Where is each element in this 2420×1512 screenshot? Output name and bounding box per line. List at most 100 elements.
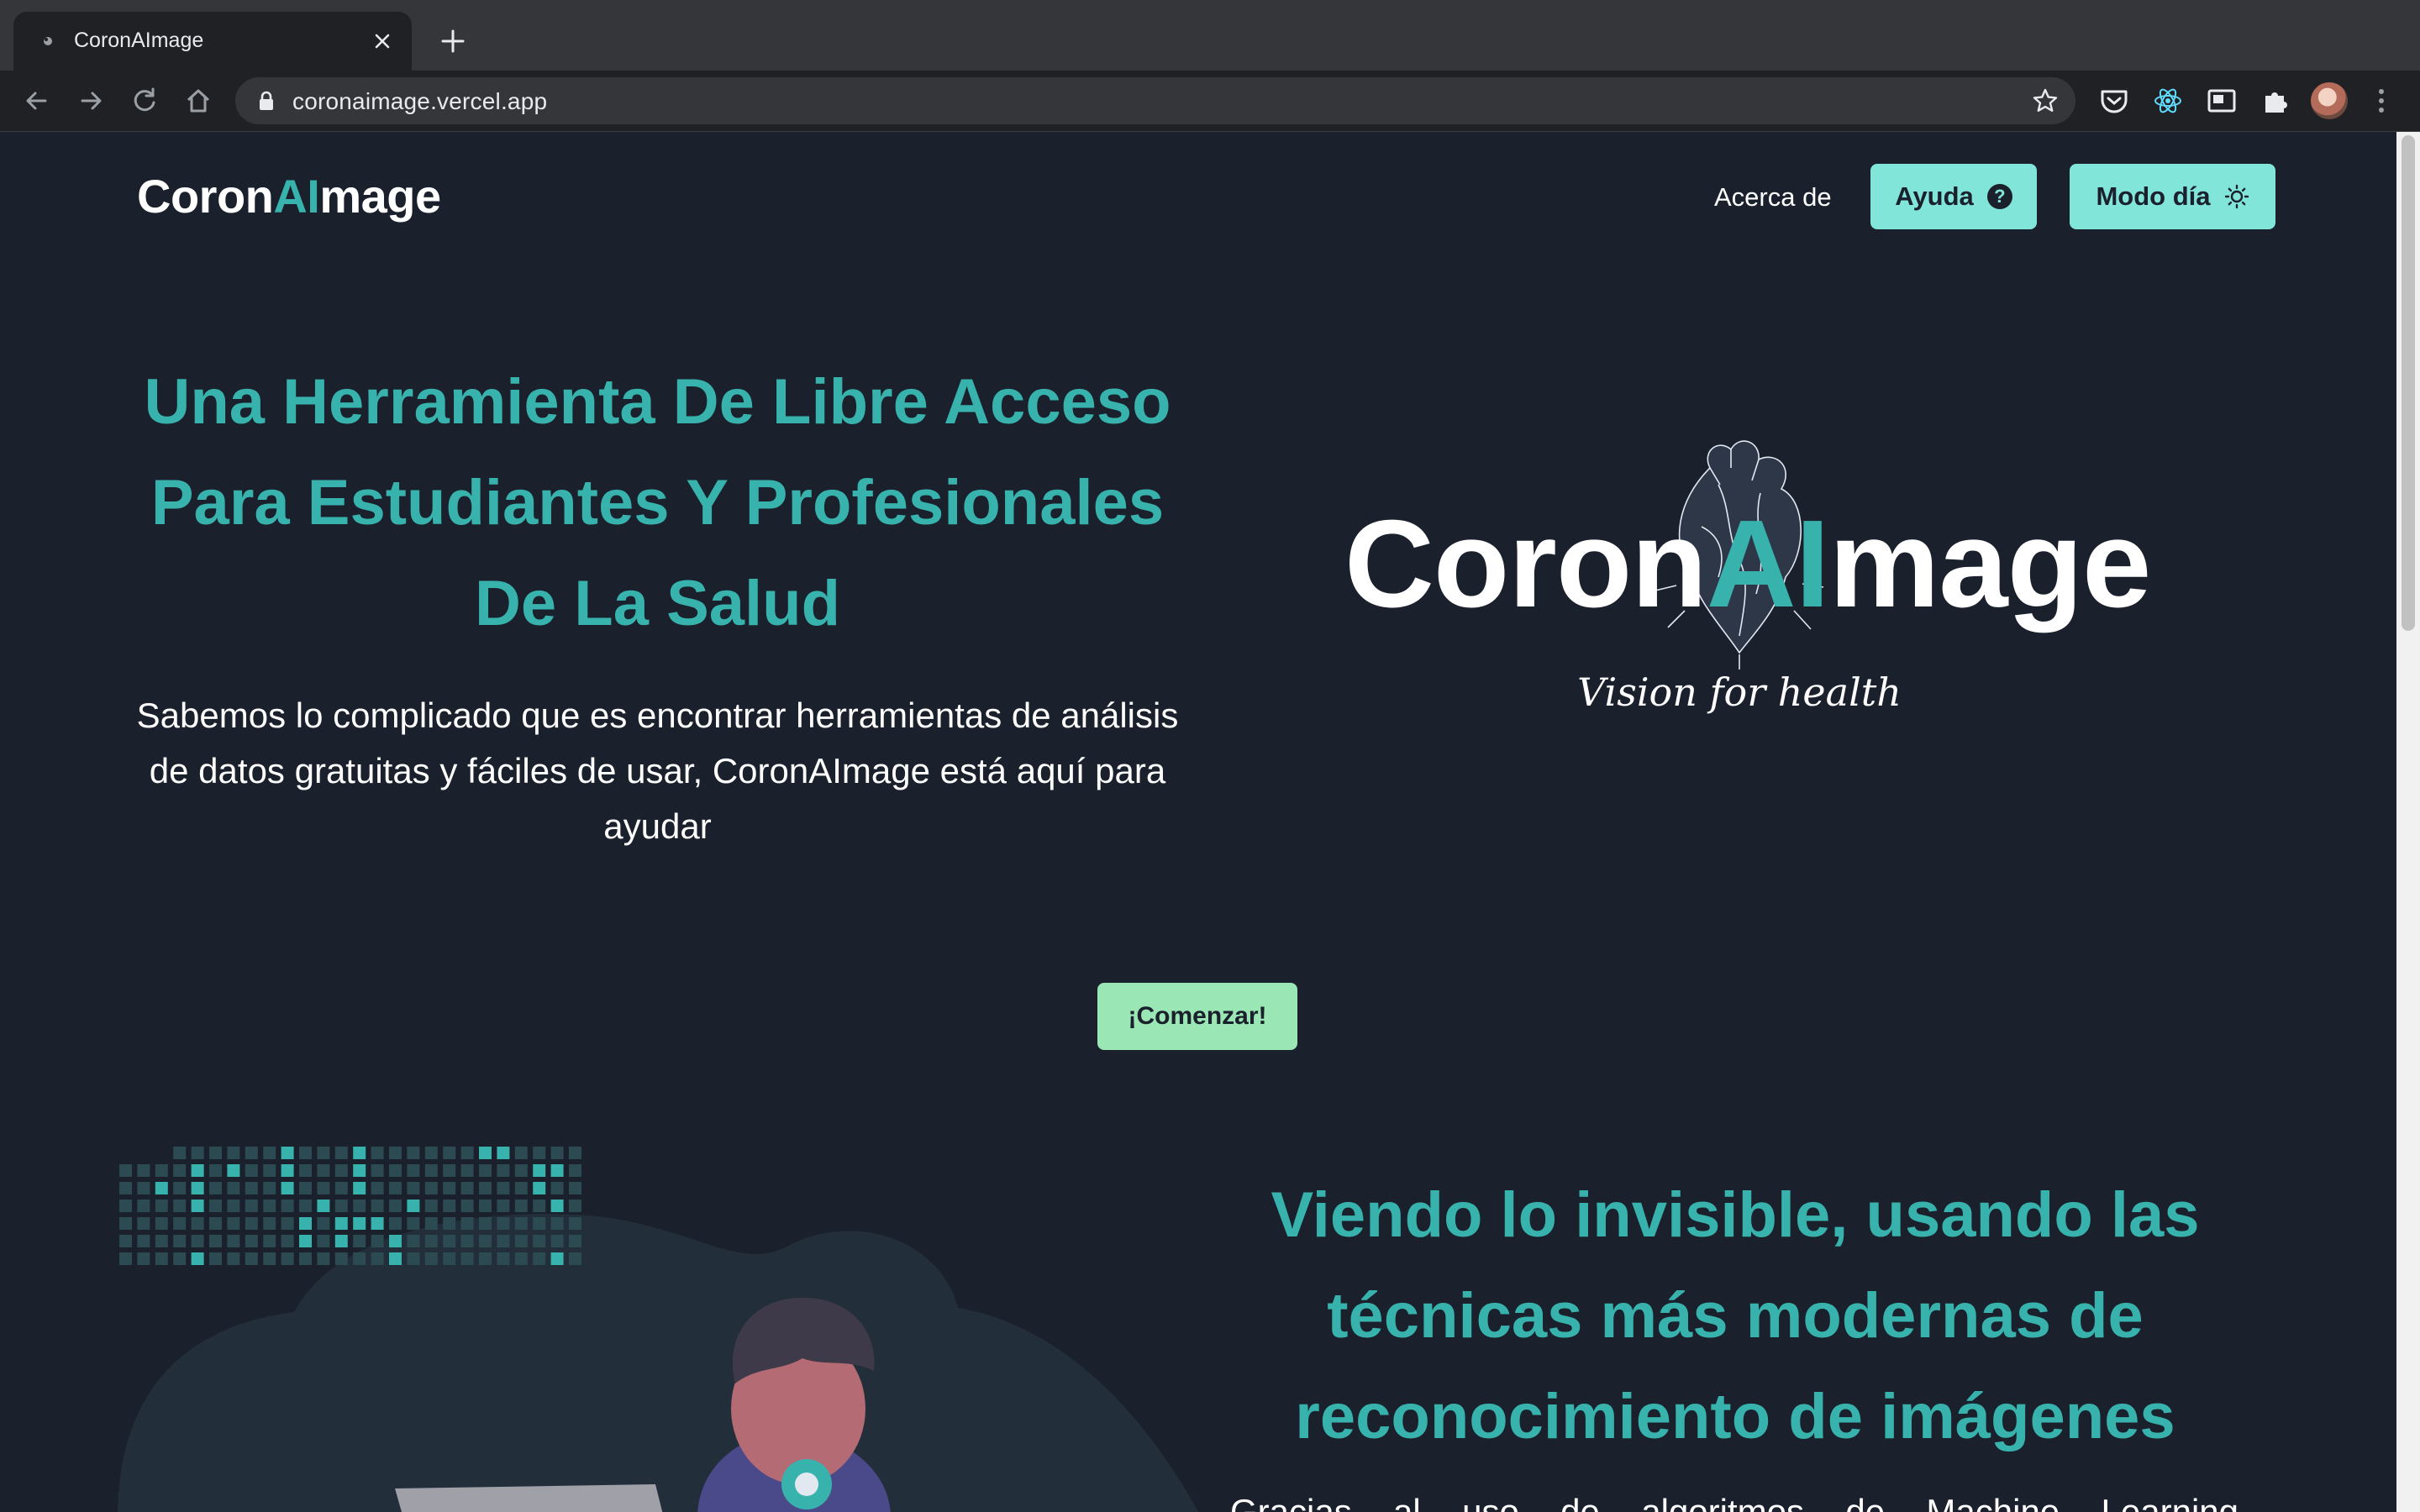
- grid-cell: [119, 1200, 132, 1212]
- grid-cell: [389, 1252, 402, 1265]
- picture-in-picture-icon[interactable]: [2205, 84, 2238, 118]
- grid-cell: [550, 1252, 564, 1265]
- grid-cell: [137, 1164, 150, 1177]
- back-arrow-icon[interactable]: [22, 86, 52, 116]
- grid-cell: [119, 1235, 132, 1247]
- hero-logo: CoronAImage Vision for health: [1344, 434, 2151, 905]
- grid-cell: [533, 1164, 546, 1177]
- grid-cell: [407, 1217, 420, 1230]
- brand-prefix: Coron: [137, 170, 274, 223]
- grid-cell: [353, 1182, 366, 1194]
- lock-icon: [260, 91, 273, 110]
- grid-cell: [569, 1147, 581, 1159]
- grid-cell: [281, 1217, 294, 1230]
- help-button[interactable]: Ayuda ?: [1870, 164, 2037, 229]
- profile-avatar[interactable]: [2311, 82, 2348, 119]
- grid-cell: [479, 1200, 492, 1212]
- close-tab-icon[interactable]: [371, 30, 393, 52]
- grid-cell: [533, 1235, 546, 1247]
- grid-cell: [443, 1217, 456, 1230]
- grid-cell: [317, 1252, 330, 1265]
- grid-cell: [281, 1252, 294, 1265]
- grid-cell: [299, 1217, 312, 1230]
- address-bar[interactable]: coronaimage.vercel.app: [235, 77, 2075, 124]
- grid-cell: [173, 1200, 187, 1212]
- grid-cell: [514, 1252, 528, 1265]
- grid-cell: [389, 1235, 402, 1247]
- grid-cell: [479, 1252, 492, 1265]
- grid-cell: [514, 1235, 528, 1247]
- grid-cell: [209, 1252, 222, 1265]
- start-button[interactable]: ¡Comenzar!: [1097, 983, 1297, 1050]
- nav-about-link[interactable]: Acerca de: [1714, 182, 1832, 213]
- grid-cell: [137, 1217, 150, 1230]
- grid-cell: [227, 1217, 240, 1230]
- grid-cell: [424, 1252, 438, 1265]
- grid-cell: [533, 1252, 546, 1265]
- grid-cell: [353, 1200, 366, 1212]
- grid-cell: [137, 1200, 150, 1212]
- brand-ai: AI: [273, 170, 320, 223]
- web-page: CoronAImage Acerca de Ayuda ? Modo día U…: [0, 132, 2396, 1512]
- grid-cell: [119, 1182, 132, 1194]
- grid-cell: [497, 1164, 510, 1177]
- grid-cell: [155, 1235, 168, 1247]
- scrollbar-thumb[interactable]: [2402, 135, 2415, 631]
- grid-cell: [497, 1217, 510, 1230]
- forward-arrow-icon[interactable]: [76, 86, 106, 116]
- grid-cell: [353, 1217, 366, 1230]
- grid-cell: [317, 1147, 330, 1159]
- grid-cell: [334, 1217, 348, 1230]
- grid-cell: [209, 1147, 222, 1159]
- home-icon[interactable]: [183, 86, 213, 116]
- grid-cell: [245, 1147, 258, 1159]
- grid-cell: [533, 1217, 546, 1230]
- grid-cell: [281, 1200, 294, 1212]
- grid-cell: [299, 1164, 312, 1177]
- browser-tab[interactable]: CoronAImage: [13, 12, 412, 71]
- grid-cell: [407, 1164, 420, 1177]
- grid-cell: [443, 1182, 456, 1194]
- grid-cell: [173, 1164, 187, 1177]
- grid-cell: [569, 1182, 581, 1194]
- grid-cell: [479, 1182, 492, 1194]
- grid-cell: [443, 1200, 456, 1212]
- grid-cell: [263, 1252, 276, 1265]
- grid-cell: [479, 1147, 492, 1159]
- page-scrollbar[interactable]: [2396, 132, 2420, 1512]
- grid-cell: [263, 1200, 276, 1212]
- grid-cell: [227, 1147, 240, 1159]
- bookmark-star-icon[interactable]: [2032, 87, 2059, 114]
- grid-cell: [389, 1164, 402, 1177]
- grid-cell: [317, 1164, 330, 1177]
- grid-cell: [443, 1235, 456, 1247]
- grid-cell: [389, 1182, 402, 1194]
- grid-cell: [424, 1200, 438, 1212]
- grid-cell: [173, 1147, 187, 1159]
- pocket-extension-icon[interactable]: [2097, 84, 2131, 118]
- new-tab-icon[interactable]: [439, 27, 467, 55]
- hero-logo-tagline: Vision for health: [1577, 669, 1902, 715]
- grid-cell: [389, 1147, 402, 1159]
- grid-cell: [281, 1147, 294, 1159]
- hero-title: Una Herramienta De Libre Acceso Para Est…: [144, 366, 1171, 639]
- grid-cell: [533, 1200, 546, 1212]
- grid-cell: [119, 1217, 132, 1230]
- extensions-puzzle-icon[interactable]: [2259, 84, 2292, 118]
- browser-menu-icon[interactable]: [2373, 86, 2390, 116]
- grid-cell: [479, 1217, 492, 1230]
- grid-cell: [371, 1217, 384, 1230]
- grid-cell: [460, 1182, 474, 1194]
- grid-cell: [389, 1200, 402, 1212]
- grid-cell: [550, 1147, 564, 1159]
- grid-cell: [460, 1147, 474, 1159]
- grid-cell: [334, 1252, 348, 1265]
- brand-logo[interactable]: CoronAImage: [137, 169, 441, 223]
- grid-cell: [299, 1147, 312, 1159]
- reload-icon[interactable]: [129, 86, 160, 116]
- react-devtools-icon[interactable]: [2151, 84, 2185, 118]
- day-mode-button[interactable]: Modo día: [2070, 164, 2275, 229]
- grid-cell: [209, 1217, 222, 1230]
- grid-cell: [550, 1217, 564, 1230]
- grid-cell: [281, 1235, 294, 1247]
